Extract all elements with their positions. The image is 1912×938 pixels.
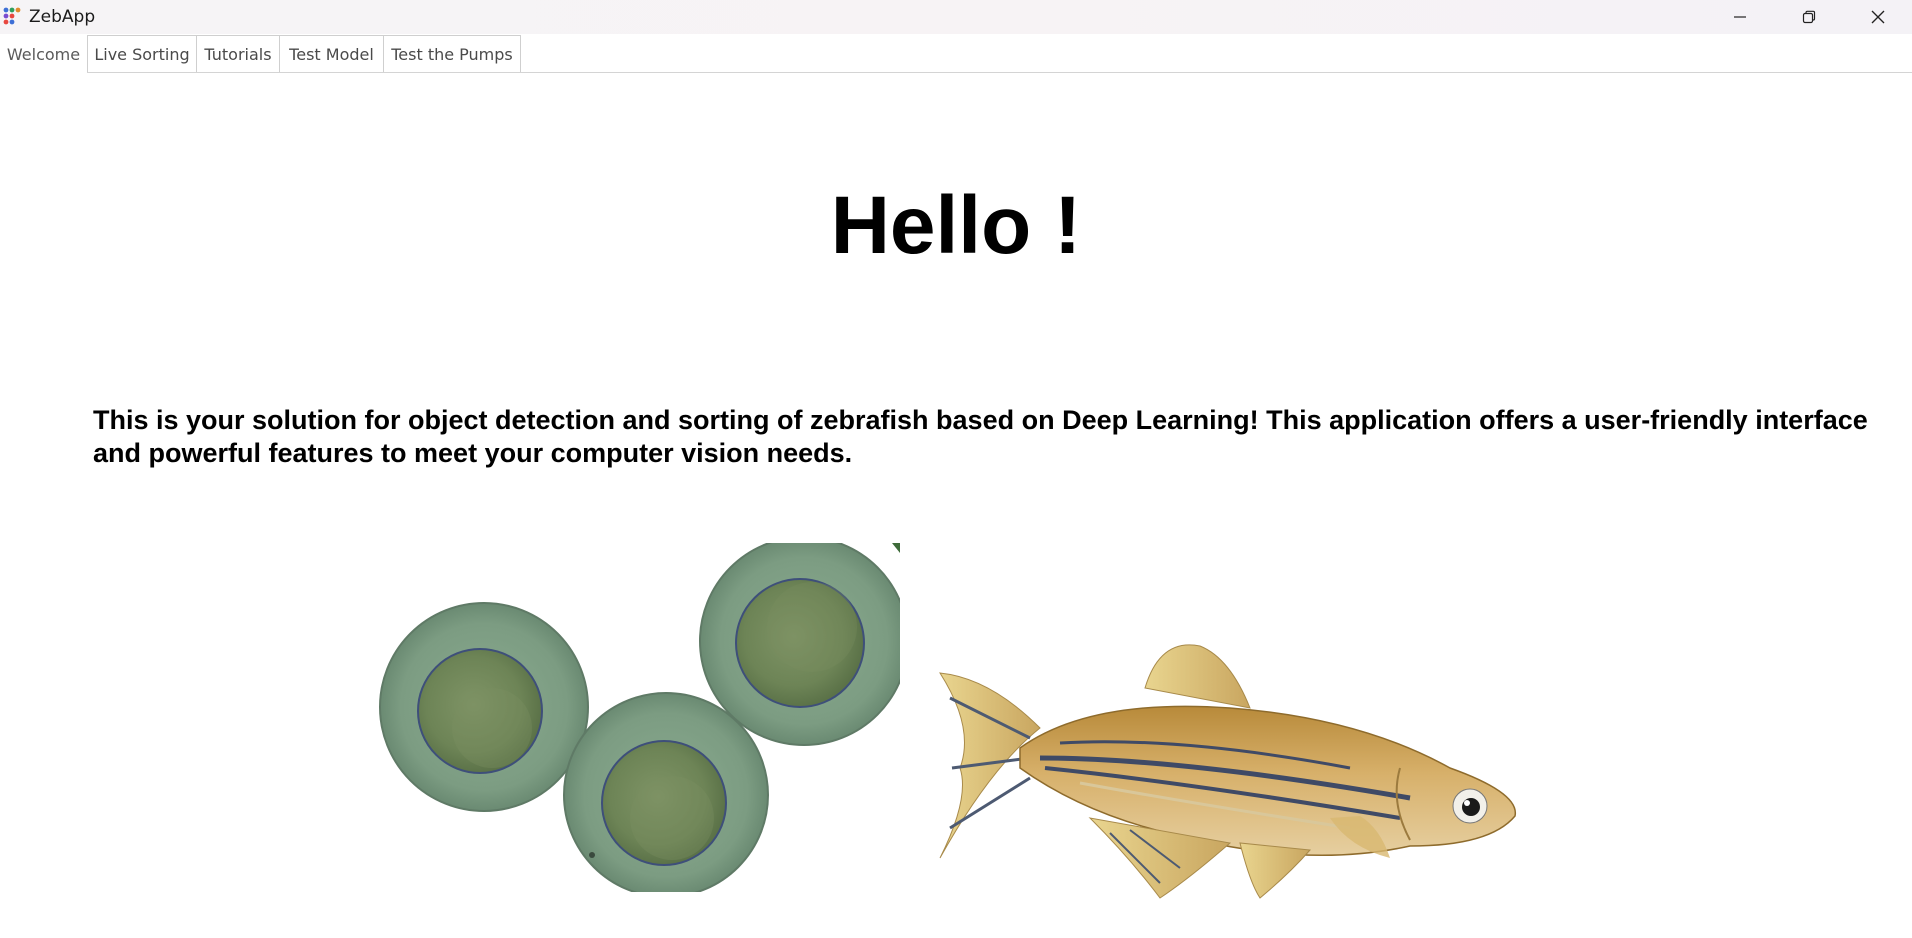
zebrafish-adult-image [939, 644, 1516, 899]
welcome-intro-text: This is your solution for object detecti… [93, 405, 1868, 468]
zebrafish-eggs-image [379, 543, 900, 892]
tab-bar: Welcome Live Sorting Tutorials Test Mode… [0, 35, 1912, 73]
close-button[interactable] [1844, 0, 1912, 34]
tab-tutorials[interactable]: Tutorials [196, 35, 280, 72]
tab-test-model[interactable]: Test Model [279, 35, 384, 72]
tab-live-sorting[interactable]: Live Sorting [87, 35, 197, 72]
welcome-heading: Hello ! [830, 180, 1082, 271]
restore-icon [1802, 10, 1816, 24]
tab-test-the-pumps[interactable]: Test the Pumps [383, 35, 521, 72]
app-logo-icon [3, 7, 21, 25]
minimize-button[interactable] [1706, 0, 1774, 34]
tab-welcome[interactable]: Welcome [0, 35, 87, 73]
window-titlebar: ZebApp [0, 0, 1912, 34]
welcome-panel: Hello ! This is your solution for object… [0, 73, 1912, 931]
close-icon [1871, 10, 1885, 24]
minimize-icon [1734, 16, 1746, 18]
window-title: ZebApp [29, 7, 96, 27]
restore-button[interactable] [1775, 0, 1843, 34]
